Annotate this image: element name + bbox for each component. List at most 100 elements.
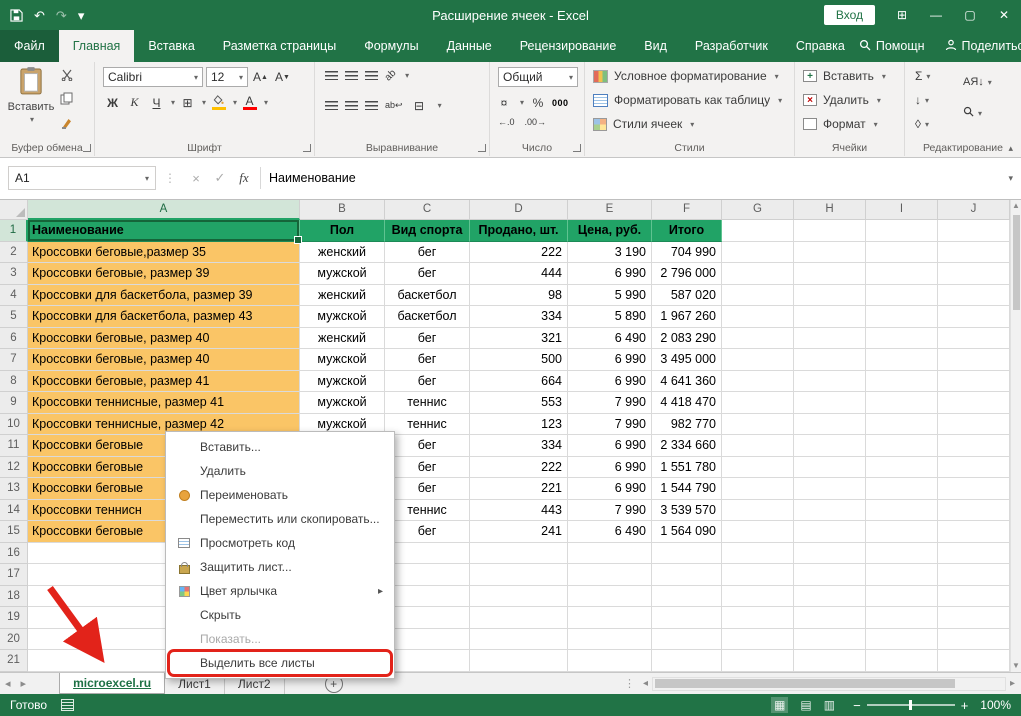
cell-F15[interactable]: 1 564 090: [652, 521, 722, 543]
row-header-3[interactable]: 3: [0, 263, 28, 285]
cell-B5[interactable]: мужской: [300, 306, 385, 328]
maximize-button[interactable]: ▢: [953, 0, 987, 30]
horizontal-scroll-thumb[interactable]: [655, 679, 955, 688]
cell-E20[interactable]: [568, 629, 652, 651]
align-middle-icon[interactable]: [345, 71, 358, 80]
cell-G3[interactable]: [722, 263, 794, 285]
cell-I1[interactable]: [866, 220, 938, 242]
cell-D18[interactable]: [470, 586, 568, 608]
cell-B7[interactable]: мужской: [300, 349, 385, 371]
cell-H15[interactable]: [794, 521, 866, 543]
cell-G13[interactable]: [722, 478, 794, 500]
cell-D8[interactable]: 664: [470, 371, 568, 393]
row-header-14[interactable]: 14: [0, 500, 28, 522]
close-button[interactable]: ✕: [987, 0, 1021, 30]
cell-B9[interactable]: мужской: [300, 392, 385, 414]
column-header-H[interactable]: H: [794, 199, 866, 220]
cell-G9[interactable]: [722, 392, 794, 414]
dialog-launcher-icon[interactable]: [478, 144, 486, 152]
tab-insert[interactable]: Вставка: [134, 30, 208, 62]
underline-button[interactable]: Ч: [147, 93, 166, 112]
cell-F1[interactable]: Итого: [652, 220, 722, 242]
cell-J10[interactable]: [938, 414, 1010, 436]
cell-E19[interactable]: [568, 607, 652, 629]
tab-help[interactable]: Справка: [782, 30, 859, 62]
cell-J4[interactable]: [938, 285, 1010, 307]
cut-icon[interactable]: [61, 68, 73, 86]
cell-J1[interactable]: [938, 220, 1010, 242]
cell-C18[interactable]: [385, 586, 470, 608]
cell-D9[interactable]: 553: [470, 392, 568, 414]
cell-I3[interactable]: [866, 263, 938, 285]
row-header-18[interactable]: 18: [0, 586, 28, 608]
cell-C4[interactable]: баскетбол: [385, 285, 470, 307]
vertical-scroll-thumb[interactable]: [1013, 215, 1020, 310]
insert-function-icon[interactable]: fx: [232, 170, 256, 186]
row-header-12[interactable]: 12: [0, 457, 28, 479]
assistant-button[interactable]: Помощн: [859, 39, 925, 54]
cell-C19[interactable]: [385, 607, 470, 629]
cell-B2[interactable]: женский: [300, 242, 385, 264]
cell-J8[interactable]: [938, 371, 1010, 393]
cell-I5[interactable]: [866, 306, 938, 328]
page-break-view-icon[interactable]: ▥: [824, 698, 835, 712]
column-header-J[interactable]: J: [938, 199, 1010, 220]
column-header-A[interactable]: A: [28, 199, 300, 220]
cell-G6[interactable]: [722, 328, 794, 350]
cell-C12[interactable]: бег: [385, 457, 470, 479]
font-name-combo[interactable]: Calibri ▾: [103, 67, 203, 87]
cell-J5[interactable]: [938, 306, 1010, 328]
cell-D2[interactable]: 222: [470, 242, 568, 264]
merge-center-icon[interactable]: ⊟: [410, 96, 429, 115]
cell-H16[interactable]: [794, 543, 866, 565]
cell-F8[interactable]: 4 641 360: [652, 371, 722, 393]
cell-J15[interactable]: [938, 521, 1010, 543]
cell-A1[interactable]: Наименование: [28, 220, 300, 242]
increase-font-size-button[interactable]: А▲: [251, 68, 270, 87]
cell-I20[interactable]: [866, 629, 938, 651]
cell-F7[interactable]: 3 495 000: [652, 349, 722, 371]
align-top-icon[interactable]: [325, 71, 338, 80]
cell-J20[interactable]: [938, 629, 1010, 651]
cell-J11[interactable]: [938, 435, 1010, 457]
cell-G17[interactable]: [722, 564, 794, 586]
cell-H18[interactable]: [794, 586, 866, 608]
cell-C9[interactable]: теннис: [385, 392, 470, 414]
cell-G5[interactable]: [722, 306, 794, 328]
menu-item-view-code[interactable]: Просмотреть код: [168, 531, 392, 555]
cell-G8[interactable]: [722, 371, 794, 393]
cell-D7[interactable]: 500: [470, 349, 568, 371]
cell-F3[interactable]: 2 796 000: [652, 263, 722, 285]
scroll-up-icon[interactable]: ▲: [1011, 201, 1021, 210]
horizontal-scrollbar[interactable]: ◂ ▸: [639, 673, 1019, 694]
copy-icon[interactable]: [60, 92, 73, 110]
sort-filter-button[interactable]: АЯ↓ ▾: [963, 76, 992, 88]
decrease-decimal-icon[interactable]: .00→: [525, 117, 547, 127]
decrease-font-size-button[interactable]: А▼: [273, 68, 292, 87]
dialog-launcher-icon[interactable]: [83, 144, 91, 152]
find-select-button[interactable]: ▾: [963, 106, 982, 120]
cell-A9[interactable]: Кроссовки теннисные, размер 41: [28, 392, 300, 414]
cell-J7[interactable]: [938, 349, 1010, 371]
cell-A7[interactable]: Кроссовки беговые, размер 40: [28, 349, 300, 371]
cell-G20[interactable]: [722, 629, 794, 651]
cell-D1[interactable]: Продано, шт.: [470, 220, 568, 242]
cell-D11[interactable]: 334: [470, 435, 568, 457]
borders-button[interactable]: ⊞: [178, 93, 197, 112]
cell-H10[interactable]: [794, 414, 866, 436]
cell-C6[interactable]: бег: [385, 328, 470, 350]
cell-G15[interactable]: [722, 521, 794, 543]
undo-icon[interactable]: ↶: [34, 9, 45, 22]
cell-G12[interactable]: [722, 457, 794, 479]
menu-item-rename[interactable]: Переименовать: [168, 483, 392, 507]
customize-quick-access-icon[interactable]: ▾: [78, 9, 85, 22]
cancel-entry-icon[interactable]: ×: [184, 171, 208, 186]
menu-item-select-all-sheets[interactable]: Выделить все листы: [168, 651, 392, 675]
cell-C17[interactable]: [385, 564, 470, 586]
cell-D4[interactable]: 98: [470, 285, 568, 307]
row-header-9[interactable]: 9: [0, 392, 28, 414]
cell-E7[interactable]: 6 990: [568, 349, 652, 371]
cell-H20[interactable]: [794, 629, 866, 651]
menu-item-hide[interactable]: Скрыть: [168, 603, 392, 627]
cell-C13[interactable]: бег: [385, 478, 470, 500]
